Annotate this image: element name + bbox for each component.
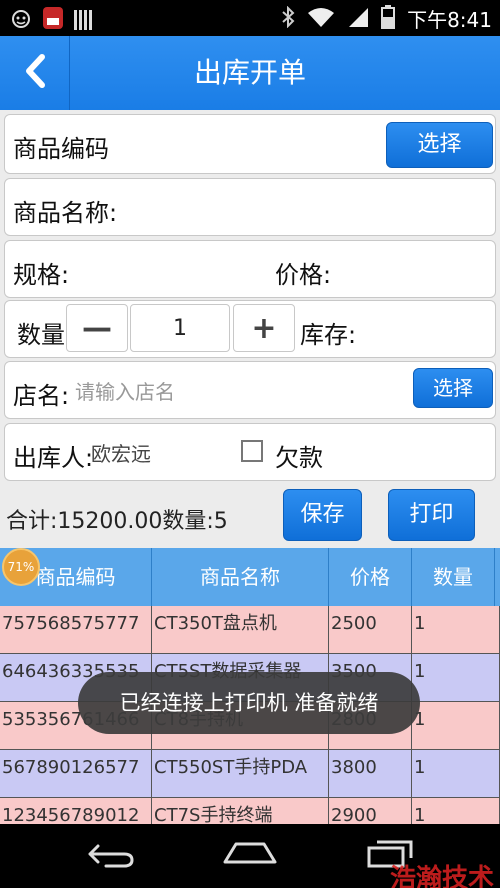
cell-name: CT7S手持终端 — [152, 798, 329, 824]
cell-qty: 1 — [412, 750, 500, 797]
signal-icon — [347, 6, 369, 32]
store-row: 店名: 请输入店名 选择 — [4, 361, 496, 419]
bluetooth-icon — [281, 5, 295, 32]
operator-label: 出库人: — [13, 444, 94, 472]
page-title: 出库开单 — [193, 56, 306, 89]
cell-price: 3800 — [329, 750, 412, 797]
back-nav-icon[interactable] — [86, 838, 136, 874]
status-right-icons: 下午8:41 — [281, 4, 492, 33]
watermark-text: 浩瀚技术 — [389, 864, 494, 888]
product-code-label: 商品编码 — [13, 135, 109, 163]
home-nav-icon[interactable] — [222, 838, 278, 874]
barcode-icon — [74, 10, 92, 30]
stock-label: 库存: — [300, 321, 357, 349]
summary-text: 合计:15200.00数量:5 — [6, 509, 228, 534]
status-bar: 下午8:41 — [0, 0, 500, 36]
cell-code: 123456789012 — [0, 798, 152, 824]
quantity-minus-button[interactable]: — — [66, 304, 128, 352]
save-button[interactable]: 保存 — [283, 489, 362, 541]
cell-qty: 1 — [412, 798, 500, 824]
store-label: 店名: — [13, 382, 70, 410]
title-bar: 出库开单 — [0, 36, 500, 110]
battery-icon — [381, 4, 396, 33]
operator-input[interactable]: 欧宏远 — [91, 438, 151, 467]
chevron-left-icon — [22, 54, 48, 92]
column-header-price[interactable]: 价格 — [329, 548, 412, 606]
select-store-button[interactable]: 选择 — [413, 368, 493, 408]
quantity-input[interactable]: 1 — [130, 304, 230, 352]
cell-price: 2900 — [329, 798, 412, 824]
table-row[interactable]: 123456789012 CT7S手持终端 2900 1 — [0, 798, 500, 824]
back-button[interactable] — [0, 36, 70, 110]
debt-checkbox[interactable] — [241, 440, 263, 462]
cell-name: CT550ST手持PDA — [152, 750, 329, 797]
price-label: 价格: — [275, 261, 332, 289]
table-row[interactable]: 567890126577 CT550ST手持PDA 3800 1 — [0, 750, 500, 798]
wifi-icon — [307, 6, 335, 32]
spec-label: 规格: — [13, 261, 70, 289]
column-header-qty[interactable]: 数量 — [412, 548, 495, 606]
debt-label: 欠款 — [275, 444, 323, 472]
cell-price: 2500 — [329, 606, 412, 653]
product-code-row: 商品编码 选择 — [4, 114, 496, 174]
clock-text: 下午8:41 — [407, 8, 492, 32]
cell-qty: 1 — [412, 606, 500, 653]
spec-price-row: 规格: 价格: — [4, 240, 496, 298]
column-header-name[interactable]: 商品名称 — [152, 548, 329, 606]
store-input[interactable]: 请输入店名 — [75, 376, 175, 405]
cell-qty: 1 — [412, 702, 500, 749]
table-header: 商品编码 商品名称 价格 数量 — [0, 548, 500, 606]
product-name-label: 商品名称: — [13, 199, 118, 227]
quantity-label: 数量 — [17, 321, 65, 349]
cell-code: 757568575777 — [0, 606, 152, 653]
floating-percent-badge[interactable]: 71% — [2, 548, 40, 586]
smiley-cat-icon — [10, 7, 32, 33]
table-row[interactable]: 757568575777 CT350T盘点机 2500 1 — [0, 606, 500, 654]
toast-message: 已经连接上打印机 准备就绪 — [78, 672, 420, 734]
app-badge-icon — [42, 6, 64, 34]
cell-name: CT350T盘点机 — [152, 606, 329, 653]
quantity-plus-button[interactable]: + — [233, 304, 295, 352]
select-product-button[interactable]: 选择 — [386, 122, 493, 168]
cell-code: 567890126577 — [0, 750, 152, 797]
print-button[interactable]: 打印 — [388, 489, 475, 541]
cell-qty: 1 — [412, 654, 500, 701]
product-name-row: 商品名称: — [4, 178, 496, 236]
status-left-icons — [10, 6, 92, 34]
